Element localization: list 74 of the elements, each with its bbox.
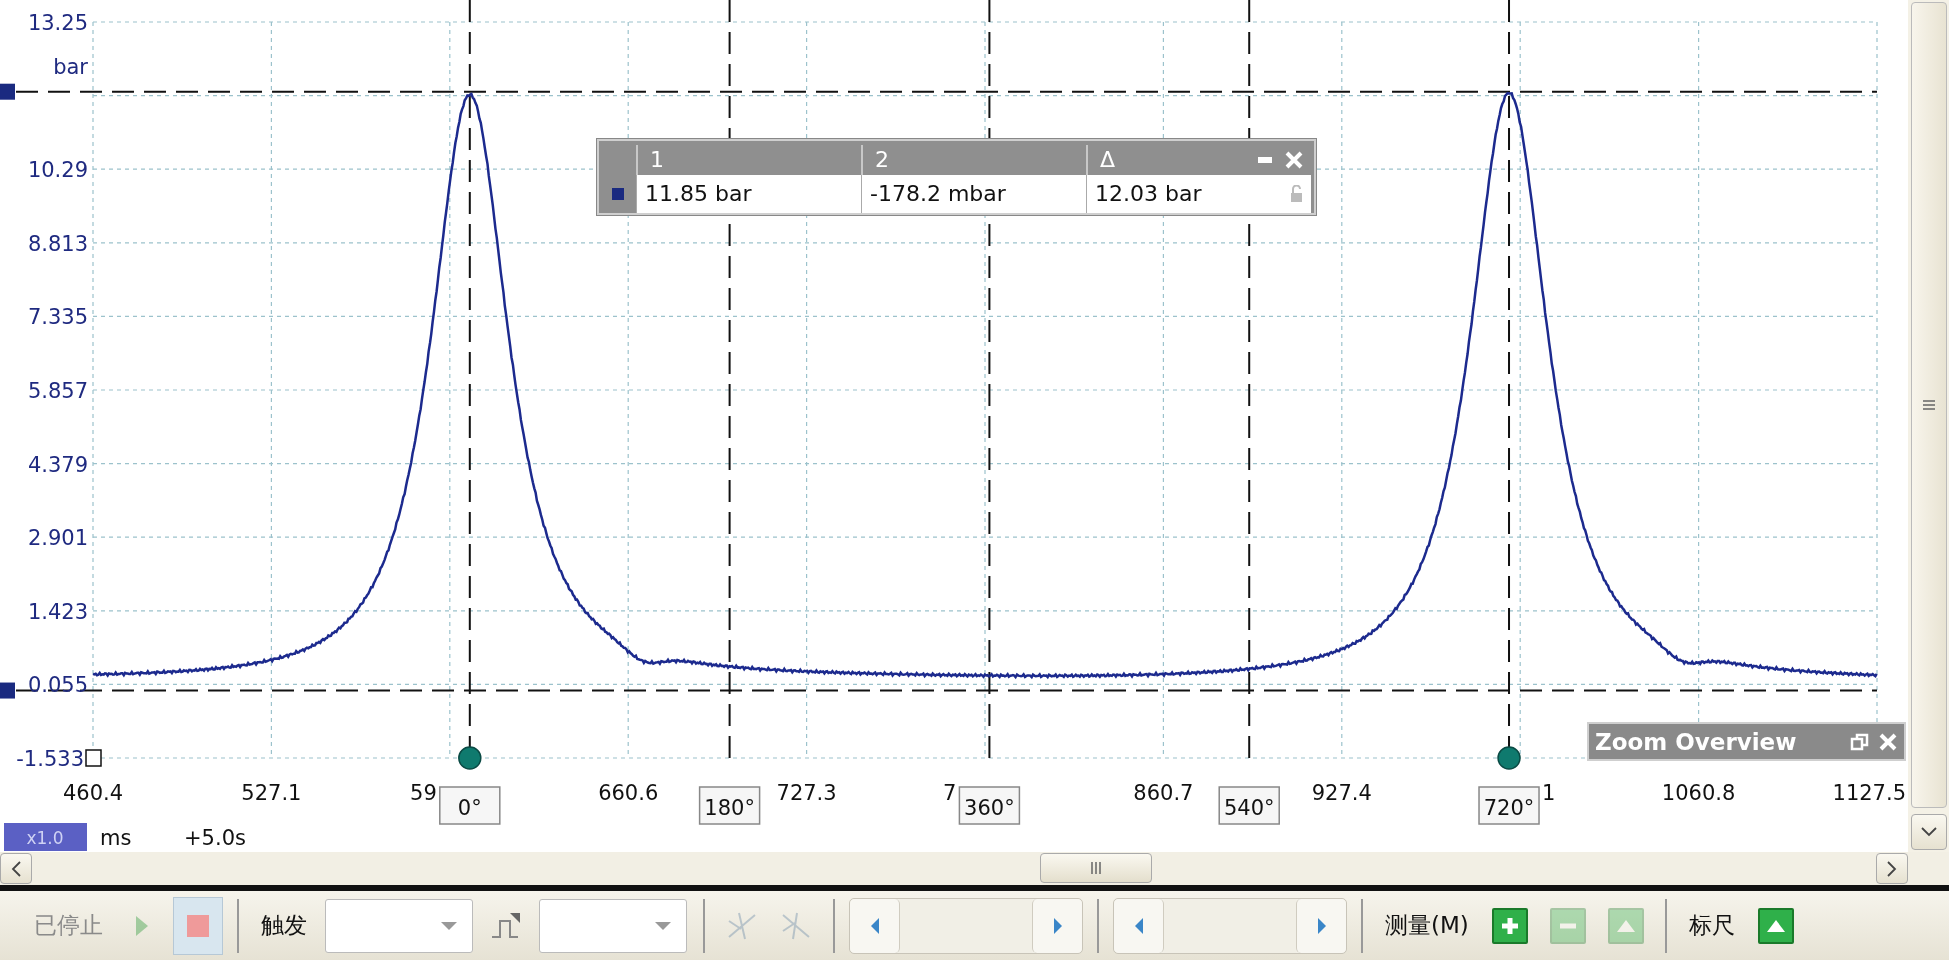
scrollbar-thumb[interactable] <box>1040 853 1152 883</box>
grip-icon <box>1922 400 1935 410</box>
axis-tick-label: 727.3 <box>776 781 837 805</box>
table-cell: 11.85 bar <box>636 175 861 213</box>
caret-icon <box>654 920 672 931</box>
phase-label: 540° <box>1218 786 1280 825</box>
scroll-left-button[interactable] <box>0 853 32 884</box>
axis-unit-label: ms <box>100 826 132 850</box>
axis-tick-label: 527.1 <box>241 781 302 805</box>
minus-icon <box>1559 922 1576 929</box>
axis-tick-label: 460.4 <box>62 781 124 805</box>
toolbar-label: 触发 <box>260 911 308 940</box>
table-cell: -178.2 mbar <box>861 175 1086 213</box>
phase-label: 180° <box>698 786 761 825</box>
scrollbar-thumb[interactable] <box>1910 2 1947 808</box>
axis-tick-label: 5.857 <box>27 379 88 403</box>
axis-tick-label: 1127.5 <box>1832 781 1906 805</box>
toolbar-label: 标尺 <box>1687 911 1736 940</box>
axis-tick-label: 7 <box>943 781 957 805</box>
axis-tick-label: 10.29 <box>27 158 88 183</box>
decrement-button[interactable] <box>1114 898 1164 953</box>
axis-tick-label: 4.379 <box>27 452 88 477</box>
axis-unit-label: bar <box>53 55 88 79</box>
phase-label: 720° <box>1478 786 1540 825</box>
ruler-handle[interactable] <box>85 749 102 767</box>
chevron-down-icon <box>1920 827 1937 837</box>
arrow-left-icon <box>869 916 880 935</box>
axis-tick-label: 8.813 <box>27 231 88 256</box>
chevron-right-icon <box>1887 860 1897 877</box>
panel-title: Zoom Overview <box>1595 728 1797 755</box>
axis-tick-label: 1.423 <box>27 599 88 624</box>
close-icon[interactable] <box>1878 731 1898 752</box>
axis-tick-label: 660.6 <box>598 781 659 805</box>
toolbar-label: 已停止 <box>33 911 104 940</box>
minus-icon <box>1258 157 1272 163</box>
dropdown-field[interactable] <box>539 898 687 953</box>
add-button[interactable] <box>1491 907 1528 944</box>
axis-tick-label: 1060.8 <box>1661 781 1736 805</box>
axis-tick-label: 2.901 <box>27 526 88 551</box>
phase-label: 0° <box>439 786 501 825</box>
ruler-handle[interactable] <box>458 746 482 770</box>
scroll-down-button[interactable] <box>1910 814 1947 850</box>
axis-tick-label: 860.7 <box>1133 781 1194 805</box>
chevron-left-icon <box>11 860 21 877</box>
scroll-right-button[interactable] <box>1876 853 1908 884</box>
close-icon <box>1284 150 1304 170</box>
grip-icon <box>1091 862 1101 874</box>
time-offset-label: +5.0s <box>184 826 246 850</box>
axis-tick-label: 59 <box>410 781 437 805</box>
decrement-button[interactable] <box>850 898 900 953</box>
phase-label: 360° <box>958 786 1021 825</box>
add-ruler-button[interactable] <box>1757 907 1794 944</box>
arrow-right-icon <box>1052 916 1063 935</box>
ruler-handle[interactable] <box>1497 746 1521 770</box>
pulse-icon <box>490 910 522 941</box>
axis-tick-label: -1.533 <box>16 747 84 771</box>
toolbar-label: 测量(M) <box>1384 911 1470 940</box>
caret-icon <box>440 920 458 931</box>
arrow-left-icon <box>1133 916 1144 935</box>
axis-tick-label: 1 <box>1542 781 1556 805</box>
restore-icon[interactable] <box>1850 731 1870 752</box>
spinner-field[interactable] <box>849 897 1083 954</box>
axis-tick-label: 13.25 <box>27 11 88 35</box>
table-cell: 12.03 bar <box>1086 175 1311 213</box>
axis-tick-label: 927.4 <box>1311 781 1372 805</box>
arrow-right-icon <box>1316 916 1327 935</box>
increment-button[interactable] <box>1032 898 1082 953</box>
spinner-field[interactable] <box>1113 897 1347 954</box>
stop-icon <box>187 914 209 937</box>
dropdown-field[interactable] <box>325 898 473 953</box>
axis-tick-label: 7.335 <box>27 305 88 330</box>
play-icon <box>135 914 149 937</box>
zoom-factor-badge: x1.0 <box>4 823 87 851</box>
increment-button[interactable] <box>1296 898 1346 953</box>
